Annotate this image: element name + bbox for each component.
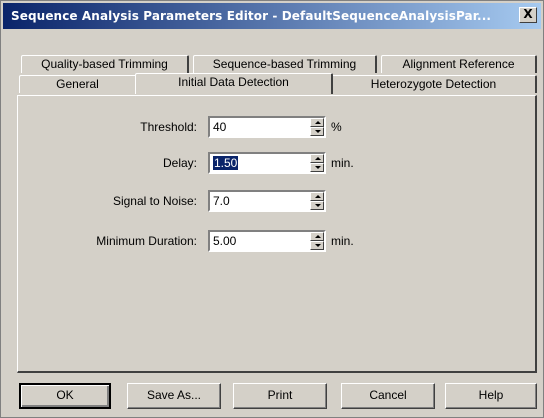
help-button-label: Help bbox=[478, 388, 504, 402]
tab-label: General bbox=[56, 77, 99, 91]
delay-input[interactable]: 1.50 bbox=[213, 156, 239, 170]
minimum-duration-label: Minimum Duration: bbox=[96, 234, 197, 248]
signal-to-noise-spin-up-button[interactable] bbox=[310, 192, 324, 201]
delay-spinbox[interactable]: 1.50 bbox=[208, 152, 326, 174]
close-button[interactable]: X bbox=[519, 7, 537, 23]
threshold-unit: % bbox=[331, 120, 342, 134]
minimum-duration-spin-down-button[interactable] bbox=[310, 241, 324, 250]
threshold-input[interactable]: 40 bbox=[213, 120, 226, 134]
delay-unit: min. bbox=[331, 156, 354, 170]
print-button[interactable]: Print bbox=[233, 383, 327, 409]
dialog-window: Sequence Analysis Parameters Editor - De… bbox=[0, 0, 544, 418]
tab-initial-data-detection[interactable]: Initial Data Detection bbox=[135, 73, 333, 94]
tab-label: Alignment Reference bbox=[402, 57, 515, 71]
delay-spin-down-button[interactable] bbox=[310, 163, 324, 172]
minimum-duration-spin-up-button[interactable] bbox=[310, 232, 324, 241]
signal-to-noise-spin-down-button[interactable] bbox=[310, 201, 324, 210]
threshold-spin-up-button[interactable] bbox=[310, 118, 324, 127]
threshold-label: Threshold: bbox=[140, 120, 197, 134]
signal-to-noise-label: Signal to Noise: bbox=[112, 194, 197, 208]
save-as-button-label: Save As... bbox=[146, 388, 202, 402]
signal-to-noise-input[interactable]: 7.0 bbox=[213, 194, 230, 208]
tab-alignment-reference[interactable]: Alignment Reference bbox=[381, 55, 537, 73]
close-icon: X bbox=[523, 7, 533, 21]
title-bar[interactable]: Sequence Analysis Parameters Editor - De… bbox=[3, 3, 541, 29]
tab-label: Quality-based Trimming bbox=[41, 57, 168, 71]
tab-general[interactable]: General bbox=[19, 75, 137, 93]
cancel-button-label: Cancel bbox=[369, 388, 407, 402]
ok-button[interactable]: OK bbox=[19, 383, 111, 409]
tab-label: Heterozygote Detection bbox=[370, 77, 497, 91]
tab-quality-based-trimming[interactable]: Quality-based Trimming bbox=[21, 55, 189, 73]
signal-to-noise-spinbox[interactable]: 7.0 bbox=[208, 190, 326, 212]
minimum-duration-input[interactable]: 5.00 bbox=[213, 234, 236, 248]
minimum-duration-unit: min. bbox=[331, 234, 354, 248]
delay-label: Delay: bbox=[162, 156, 197, 170]
threshold-spin-down-button[interactable] bbox=[310, 127, 324, 136]
tab-heterozygote-detection[interactable]: Heterozygote Detection bbox=[331, 75, 537, 93]
cancel-button[interactable]: Cancel bbox=[341, 383, 435, 409]
threshold-spinbox[interactable]: 40 bbox=[208, 116, 326, 138]
tab-label: Initial Data Detection bbox=[178, 75, 289, 89]
window-title: Sequence Analysis Parameters Editor - De… bbox=[11, 9, 492, 23]
ok-button-label: OK bbox=[56, 388, 74, 402]
print-button-label: Print bbox=[267, 388, 293, 402]
save-as-button[interactable]: Save As... bbox=[127, 383, 221, 409]
minimum-duration-spinbox[interactable]: 5.00 bbox=[208, 230, 326, 252]
help-button[interactable]: Help bbox=[445, 383, 537, 409]
delay-spin-up-button[interactable] bbox=[310, 154, 324, 163]
tab-sequence-based-trimming[interactable]: Sequence-based Trimming bbox=[193, 55, 377, 73]
tab-label: Sequence-based Trimming bbox=[212, 57, 357, 71]
